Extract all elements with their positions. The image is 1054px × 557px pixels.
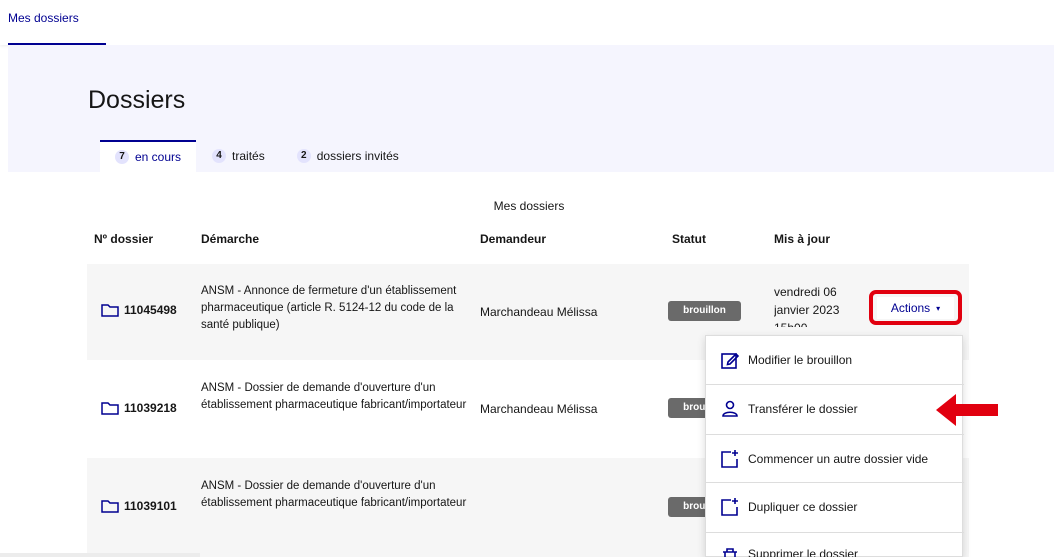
menu-item-label: Modifier le brouillon [748,353,853,367]
demandeur-cell: Marchandeau Mélissa [480,402,598,416]
new-folder-icon [720,449,740,469]
bottom-edge [0,553,200,557]
actions-label: Actions [890,301,931,315]
nav-item-mes-dossiers[interactable]: Mes dossiers [8,0,79,45]
menu-item-supprimer[interactable]: Supprimer le dossier [706,532,964,557]
tab-count: 7 [115,150,129,164]
menu-item-label: Commencer un autre dossier vide [748,451,929,466]
tab-count: 2 [296,149,311,163]
column-header-num: Nº dossier [94,232,154,246]
user-icon [720,399,740,419]
tab-en-cours[interactable]: 7 en cours [100,140,197,172]
tab-label: traités [232,149,265,163]
tab-dossiers-invites[interactable]: 2 dossiers invités [281,140,415,172]
duplicate-icon [720,497,740,517]
chevron-down-icon: ▾ [936,303,941,313]
menu-item-modifier[interactable]: Modifier le brouillon [706,336,964,384]
menu-item-dupliquer[interactable]: Dupliquer ce dossier [706,482,964,530]
red-arrow-annotation [936,394,998,426]
dossier-number[interactable]: 11039101 [101,499,177,513]
tab-label: dossiers invités [316,149,399,163]
updated-cell: vendredi 06 janvier 2023 15h00 [774,285,840,327]
dossier-number-text: 11039218 [124,401,177,415]
edit-icon [720,350,740,370]
dossier-number[interactable]: 11045498 [101,303,177,317]
status-badge: brouillon [668,301,741,321]
dossier-number-text: 11045498 [124,303,177,317]
column-header-statut: Statut [672,232,706,246]
folder-icon [101,500,119,513]
menu-item-label: Transférer le dossier [748,401,858,416]
demarche-cell: ANSM - Dossier de demande d'ouverture d'… [201,382,467,411]
tab-traites[interactable]: 4 traités [196,140,281,172]
column-header-demandeur: Demandeur [480,232,547,246]
demandeur-cell: Marchandeau Mélissa [480,305,598,319]
actions-button[interactable]: Actions ▾ [877,297,954,319]
dossier-tabs: 7 en cours 4 traités 2 dossiers invités [100,140,415,172]
menu-item-label: Dupliquer ce dossier [748,499,858,514]
page-title: Dossiers [88,86,186,114]
top-navigation: Mes dossiers [0,0,1054,45]
folder-icon [101,402,119,415]
menu-item-transferer[interactable]: Transférer le dossier [706,384,964,432]
tab-label: en cours [135,150,182,164]
menu-item-commencer[interactable]: Commencer un autre dossier vide [706,434,964,482]
dossier-number[interactable]: 11039218 [101,401,177,415]
table-caption: Mes dossiers [493,199,565,213]
dossier-number-text: 11039101 [124,499,177,513]
tab-count: 4 [212,149,227,163]
column-header-demarche: Démarche [201,232,260,246]
trash-icon [720,547,740,557]
demarche-cell: ANSM - Annonce de fermeture d'un établis… [201,285,457,331]
demarche-cell: ANSM - Dossier de demande d'ouverture d'… [201,480,467,509]
actions-menu: Modifier le brouillon Transférer le doss… [705,335,964,557]
folder-icon [101,304,119,317]
actions-highlight: Actions ▾ [869,290,962,325]
column-header-maj: Mis à jour [774,232,831,246]
menu-item-label: Supprimer le dossier [748,547,859,557]
